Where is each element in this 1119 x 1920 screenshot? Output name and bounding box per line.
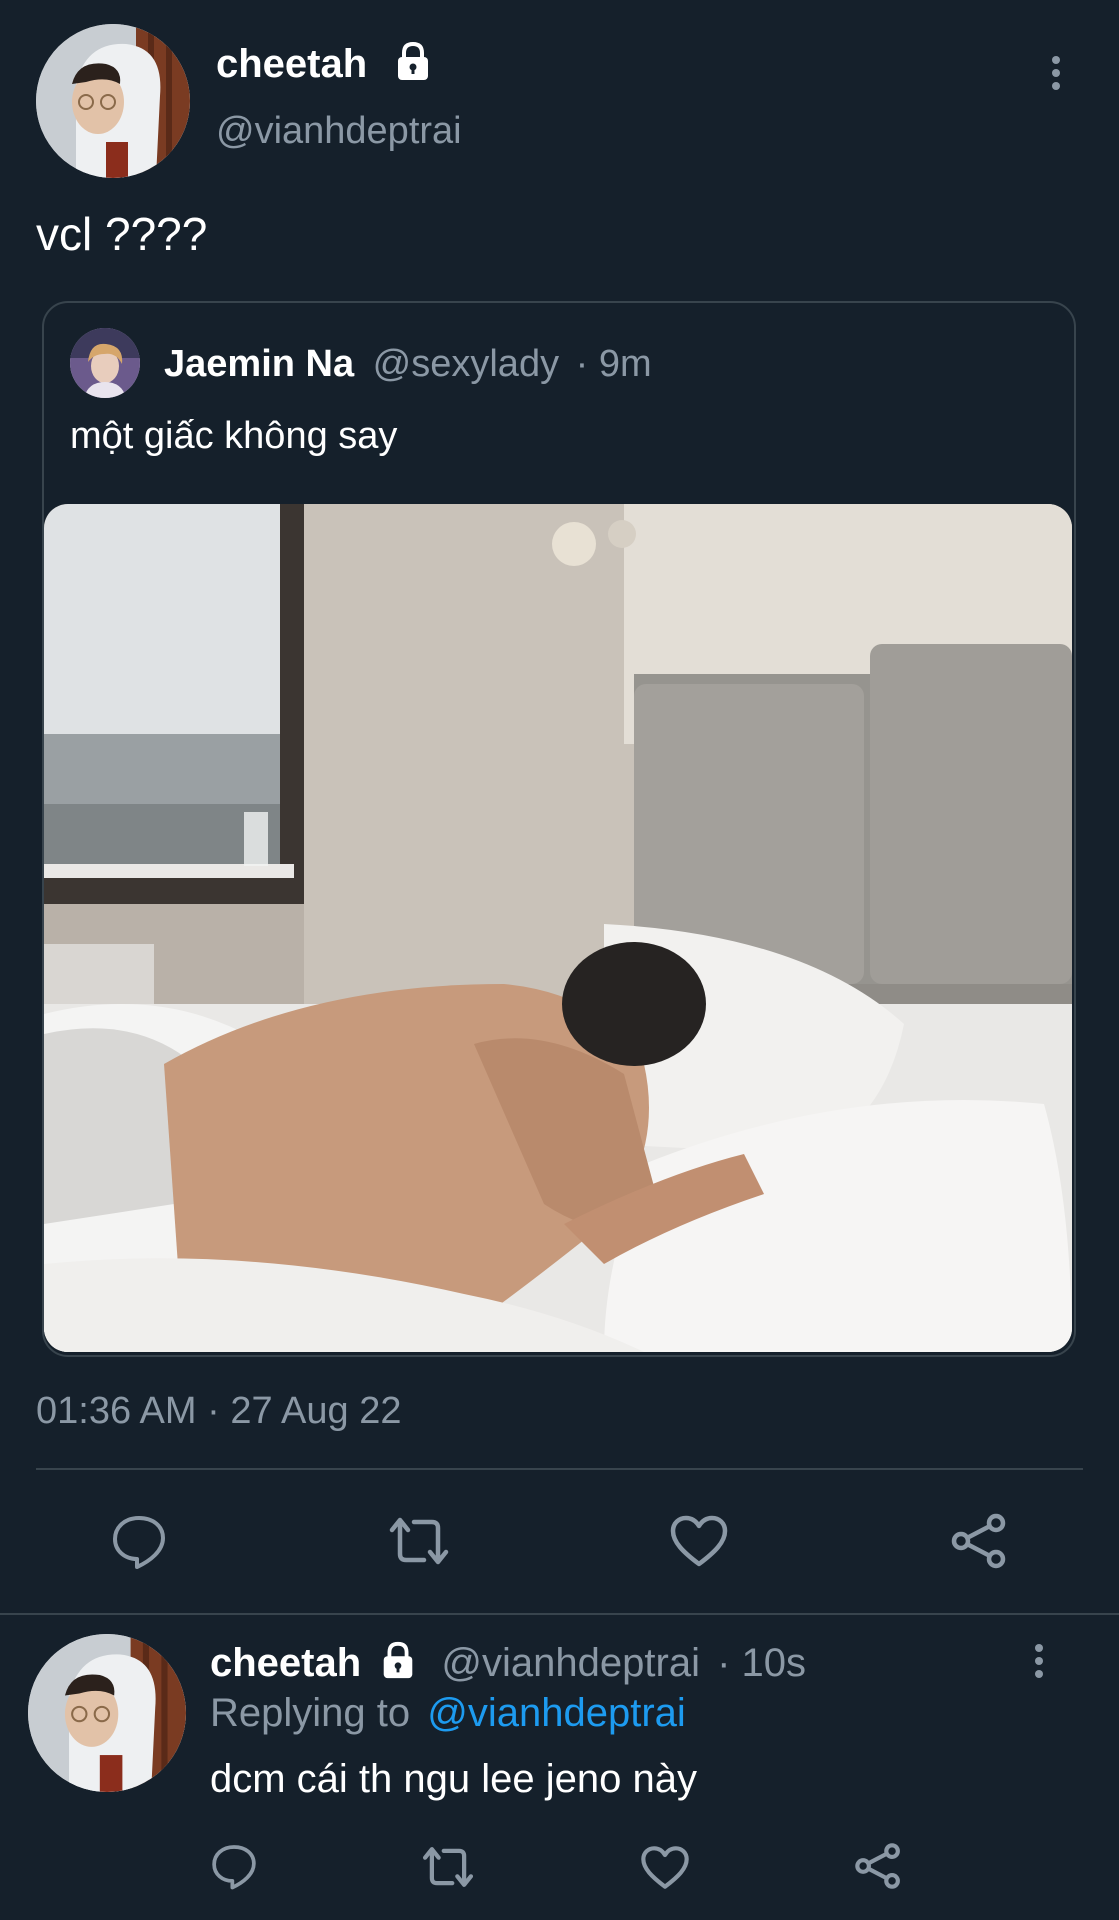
reply-header: cheetah @vianhdeptrai · 10s [210,1638,806,1688]
reply-author-avatar[interactable] [28,1634,186,1792]
avatar-image [36,24,190,178]
reply-share-icon[interactable] [854,1842,902,1890]
reply-author-handle[interactable]: @vianhdeptrai [441,1641,700,1685]
tweet-timestamp[interactable]: 01:36 AM · 27 Aug 22 [36,1388,402,1434]
replying-to: Replying to @vianhdeptrai [210,1688,686,1738]
retweet-icon[interactable] [386,1514,452,1568]
share-icon[interactable] [950,1512,1008,1570]
lock-icon [392,40,434,82]
reply-more-vertical-icon[interactable] [1029,1644,1049,1684]
reply-lock-icon [378,1640,418,1680]
quoted-author-handle[interactable]: @sexylady [373,343,559,385]
author-avatar[interactable] [36,24,190,178]
reply-text: dcm cái th ngu lee jeno này [210,1757,697,1801]
section-divider [0,1613,1119,1615]
more-vertical-icon[interactable] [1046,56,1066,96]
quoted-tweet-header: Jaemin Na @sexylady · 9m [164,340,652,388]
tweet-text: vcl ???? [36,208,208,260]
reply-avatar-image [28,1634,186,1792]
heart-icon[interactable] [669,1514,729,1568]
divider [36,1468,1083,1470]
quoted-avatar-image [70,328,140,398]
quoted-tweet-media[interactable] [44,504,1072,1352]
quoted-author-name[interactable]: Jaemin Na [164,343,354,385]
reply-retweet-icon[interactable] [420,1844,476,1890]
replying-to-handle[interactable]: @vianhdeptrai [427,1691,686,1735]
reply-time-ago: · 10s [717,1641,807,1685]
quoted-tweet-text: một giấc không say [70,415,398,457]
author-name-text: cheetah [216,42,368,86]
replying-to-label: Replying to [210,1691,411,1735]
author-name[interactable]: cheetah [216,40,367,88]
bedroom-photo [44,504,1072,1352]
reply-reply-icon[interactable] [210,1842,258,1890]
author-handle[interactable]: @vianhdeptrai [216,108,462,154]
quoted-author-avatar[interactable] [70,328,140,398]
reply-heart-icon[interactable] [640,1845,690,1890]
reply-icon[interactable] [110,1512,168,1570]
quoted-time-ago: · 9m [575,343,652,385]
reply-author-name[interactable]: cheetah [210,1641,361,1685]
